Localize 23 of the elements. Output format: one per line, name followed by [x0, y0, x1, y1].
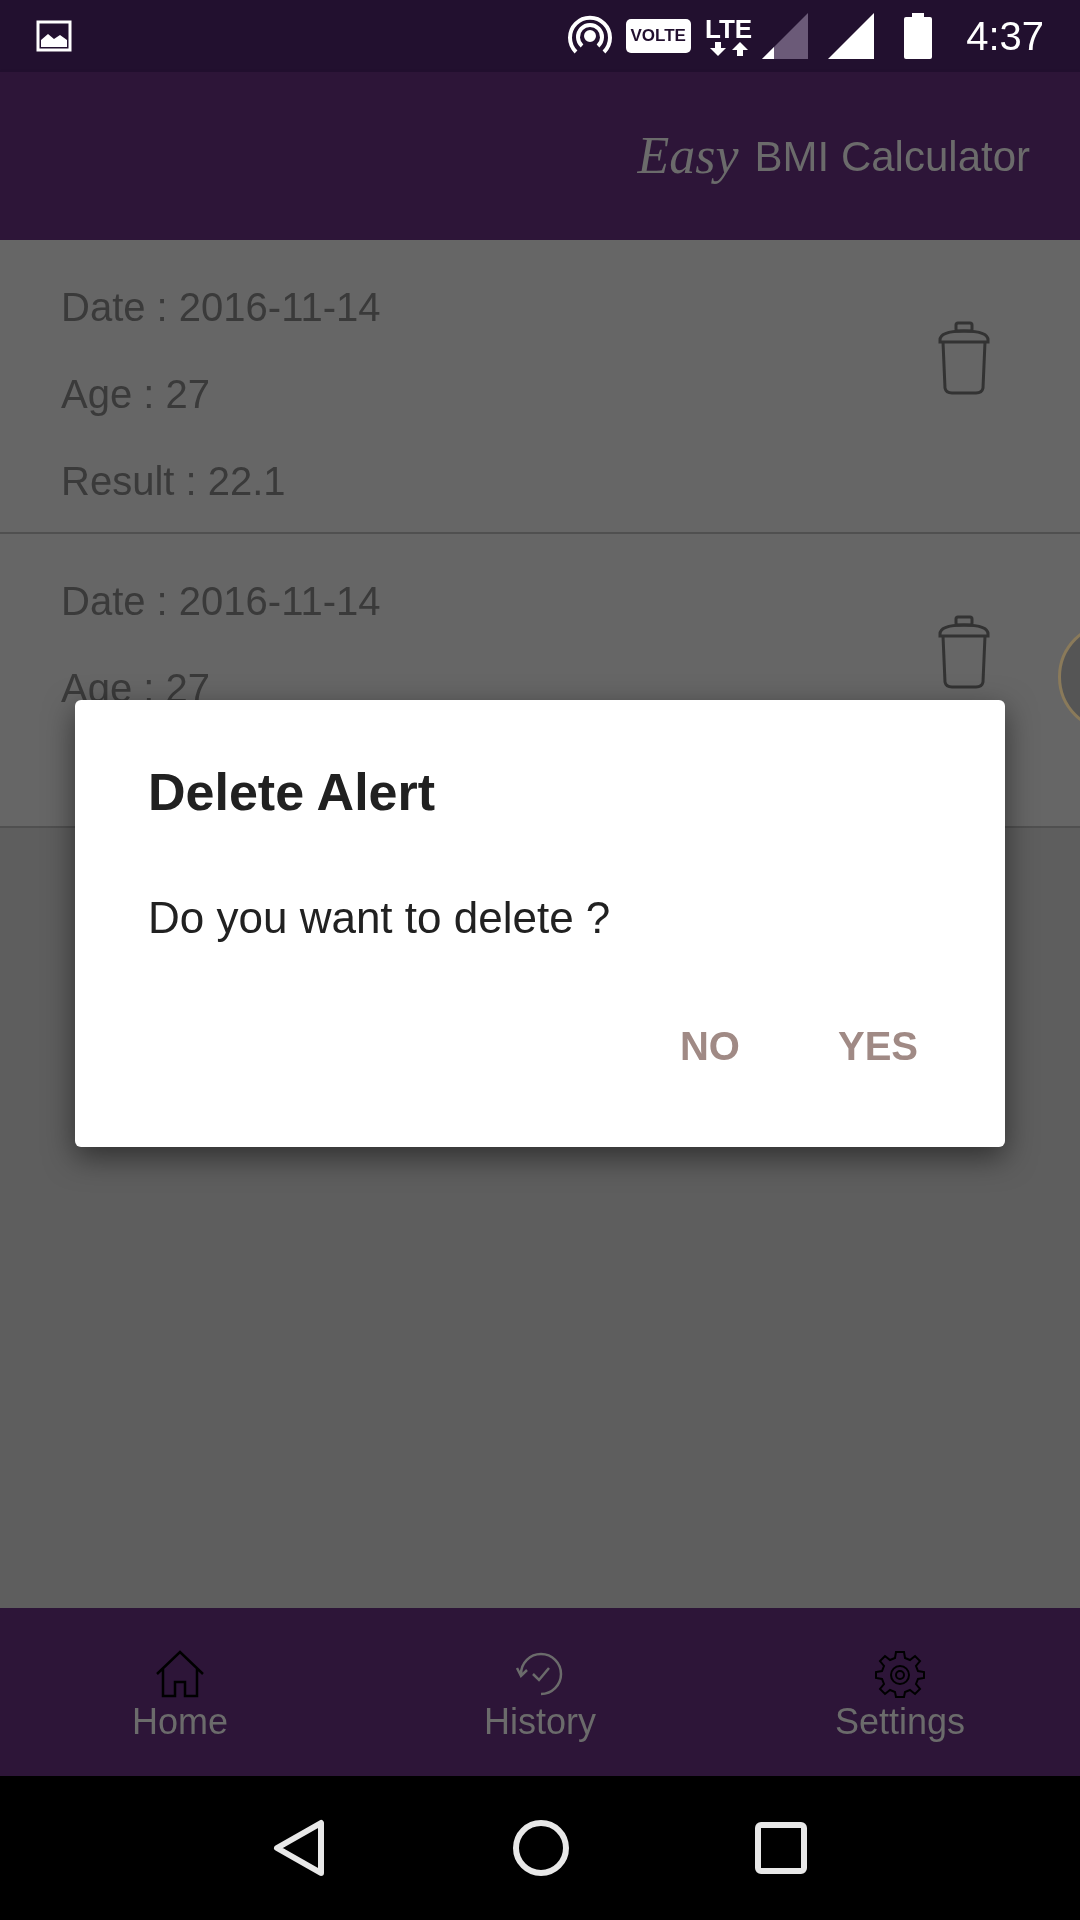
home-icon	[155, 1650, 205, 1698]
nav-tab[interactable]: History	[360, 1608, 720, 1776]
recents-icon[interactable]	[755, 1822, 808, 1874]
dialog-button[interactable]: NO	[665, 1006, 754, 1086]
network-label: LTE	[704, 16, 753, 42]
signal-icon	[762, 13, 809, 59]
app-title-script: Easy	[637, 126, 739, 186]
volte-badge: VOLTE	[625, 19, 691, 53]
app-title: BMI Calculator	[754, 131, 1030, 182]
nav-tab[interactable]: Settings	[720, 1608, 1080, 1776]
image-icon	[36, 20, 72, 52]
settings-icon	[875, 1650, 925, 1698]
home-circle-icon[interactable]	[512, 1819, 570, 1877]
back-icon[interactable]	[272, 1819, 327, 1877]
dialog-title: Delete Alert	[148, 766, 437, 818]
nav-tab[interactable]: Home	[0, 1608, 360, 1776]
clock-time: 4:37	[966, 13, 1044, 60]
data-arrows-icon	[708, 42, 749, 56]
dialog-button[interactable]: YES	[823, 1006, 932, 1086]
dialog-message: Do you want to delete ?	[148, 896, 612, 940]
clock-icon	[515, 1650, 565, 1698]
battery-icon	[904, 13, 933, 59]
signal-icon	[828, 13, 875, 59]
